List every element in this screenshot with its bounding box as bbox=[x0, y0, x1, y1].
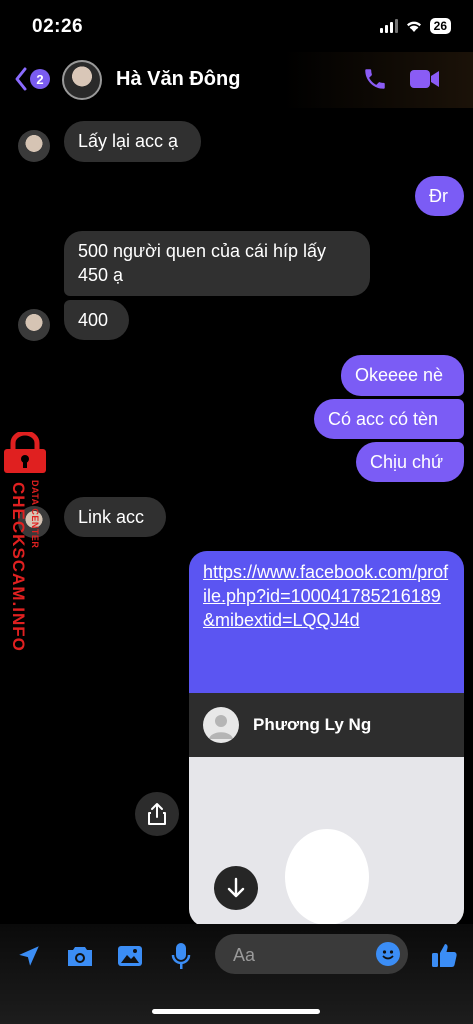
image-icon bbox=[118, 946, 142, 966]
person-icon bbox=[209, 715, 233, 739]
message-bubble-outgoing[interactable]: Đr bbox=[415, 176, 464, 216]
video-camera-icon bbox=[410, 70, 439, 88]
back-button[interactable]: 2 bbox=[14, 66, 50, 92]
padlock-icon bbox=[4, 432, 46, 473]
message-input-box[interactable] bbox=[215, 934, 408, 976]
link-url[interactable]: https://www.facebook.com/profile.php?id=… bbox=[189, 551, 464, 693]
unread-badge: 2 bbox=[30, 69, 50, 89]
location-arrow-icon bbox=[19, 946, 39, 966]
watermark-text: CHECKSCAM.INFO bbox=[9, 482, 28, 652]
wifi-icon bbox=[406, 21, 421, 32]
message-bubble-outgoing[interactable]: Okeeee nè bbox=[341, 355, 464, 396]
arrow-down-icon bbox=[227, 877, 245, 898]
home-indicator bbox=[152, 1009, 320, 1014]
sender-avatar[interactable] bbox=[18, 130, 50, 162]
message-bubble-outgoing[interactable]: Có acc có tèn bbox=[314, 399, 464, 439]
like-button[interactable] bbox=[430, 941, 458, 974]
voice-message-button[interactable] bbox=[170, 942, 192, 975]
sender-avatar[interactable] bbox=[18, 309, 50, 341]
thumbs-up-icon bbox=[432, 944, 457, 967]
gallery-button[interactable] bbox=[117, 944, 143, 973]
chevron-left-icon bbox=[15, 67, 27, 91]
message-bubble-incoming[interactable]: 400 bbox=[64, 300, 129, 340]
profile-name: Phương Ly Ng bbox=[253, 715, 372, 734]
message-bubble-incoming[interactable]: 500 người quen của cái híp lấy 450 ạ bbox=[64, 231, 370, 296]
message-bubble-outgoing[interactable]: Chịu chứ bbox=[356, 442, 464, 482]
status-time: 02:26 bbox=[32, 16, 84, 37]
battery-indicator: 26 bbox=[429, 18, 451, 34]
preview-placeholder-shape bbox=[285, 829, 369, 925]
send-location-button[interactable] bbox=[16, 943, 42, 974]
profile-avatar-placeholder bbox=[203, 707, 239, 743]
microphone-icon bbox=[171, 943, 191, 969]
watermark: CHECKSCAM.INFO DATA CENTER bbox=[2, 432, 52, 672]
contact-name[interactable]: Hà Văn Đông bbox=[116, 68, 240, 91]
chat-header: 2 Hà Văn Đông bbox=[0, 52, 473, 108]
phone-icon bbox=[365, 69, 385, 89]
scroll-to-bottom-button[interactable] bbox=[214, 866, 258, 910]
message-bubble-incoming[interactable]: Link acc bbox=[64, 497, 166, 537]
share-icon bbox=[148, 803, 166, 825]
camera-icon bbox=[68, 947, 92, 966]
link-profile-row[interactable]: Phương Ly Ng bbox=[189, 693, 464, 757]
contact-avatar[interactable] bbox=[62, 60, 102, 100]
status-bar: 02:26 26 bbox=[0, 0, 473, 52]
status-icons: 26 bbox=[379, 18, 451, 34]
watermark-subtext: DATA CENTER bbox=[30, 480, 40, 549]
message-bubble-incoming[interactable]: Lấy lại acc ạ bbox=[64, 121, 201, 162]
emoji-icon[interactable] bbox=[376, 942, 400, 966]
cellular-signal-icon bbox=[379, 19, 398, 33]
voice-call-button[interactable] bbox=[362, 66, 388, 97]
message-input[interactable] bbox=[231, 934, 365, 976]
video-call-button[interactable] bbox=[409, 68, 441, 95]
share-button[interactable] bbox=[135, 792, 179, 836]
camera-button[interactable] bbox=[66, 944, 94, 973]
